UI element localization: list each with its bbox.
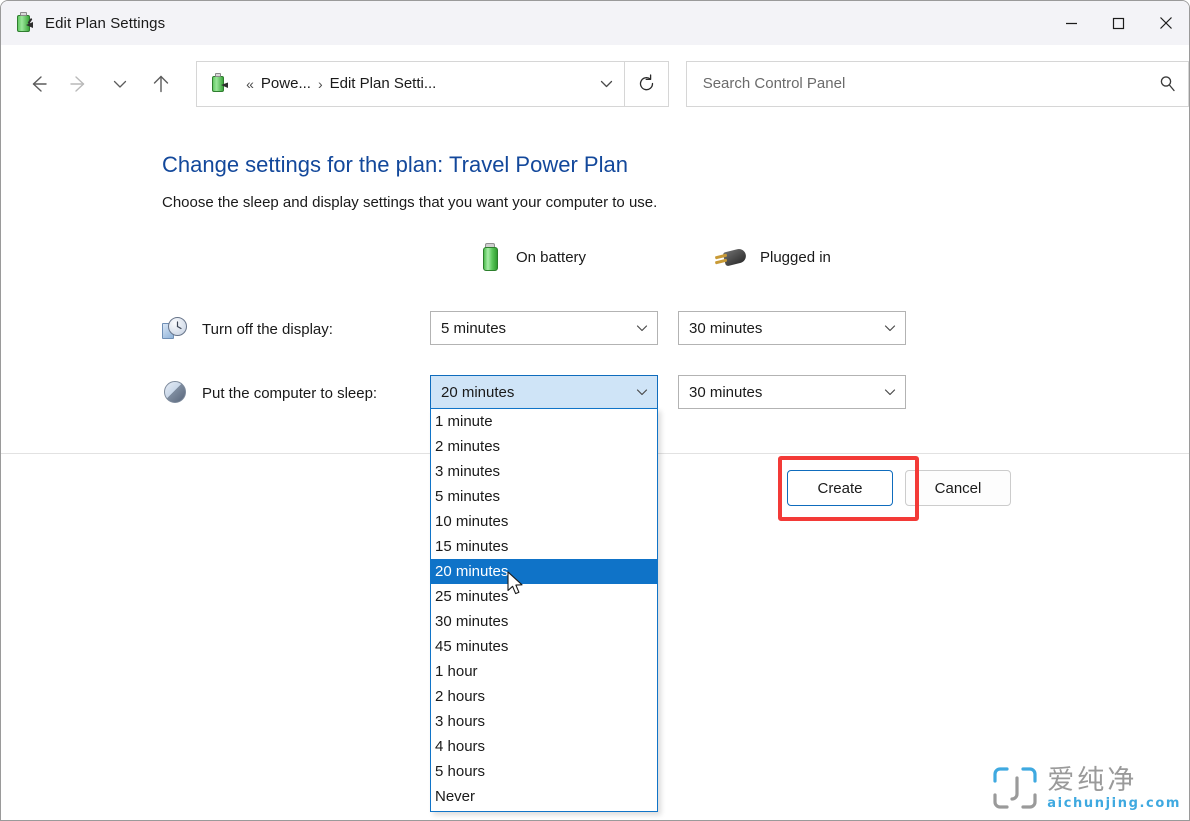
title-bar: Edit Plan Settings	[1, 1, 1189, 45]
breadcrumb-item-power-options[interactable]: Powe...	[261, 75, 311, 92]
column-header-label: On battery	[516, 249, 586, 266]
dropdown-option[interactable]: 1 minute	[431, 409, 657, 434]
dialog-button-row: Create Cancel	[787, 470, 1011, 506]
combo-value: 30 minutes	[689, 384, 875, 401]
power-plan-icon	[209, 73, 230, 94]
screenshot-root: Edit Plan Settings	[0, 0, 1190, 821]
dropdown-option[interactable]: 45 minutes	[431, 634, 657, 659]
address-chevron-down-icon[interactable]	[590, 62, 624, 106]
dropdown-option[interactable]: 5 hours	[431, 759, 657, 784]
row-put-computer-to-sleep: Put the computer to sleep:	[162, 376, 377, 410]
row-label: Turn off the display:	[202, 321, 333, 338]
display-clock-icon	[162, 316, 188, 342]
search-box[interactable]	[686, 61, 1189, 107]
breadcrumb-overflow[interactable]: «	[246, 76, 254, 92]
dropdown-option[interactable]: 2 minutes	[431, 434, 657, 459]
minimize-button[interactable]	[1048, 1, 1095, 45]
row-turn-off-display: Turn off the display:	[162, 312, 333, 346]
chevron-down-icon[interactable]	[627, 385, 657, 399]
combo-value: 20 minutes	[441, 384, 627, 401]
dropdown-option[interactable]: 25 minutes	[431, 584, 657, 609]
breadcrumb: « Powe... › Edit Plan Setti...	[239, 75, 590, 92]
combo-value: 30 minutes	[689, 320, 875, 337]
address-bar[interactable]: « Powe... › Edit Plan Setti...	[196, 61, 625, 107]
power-plan-icon	[13, 12, 35, 34]
dropdown-option[interactable]: 30 minutes	[431, 609, 657, 634]
combo-sleep-on-battery[interactable]: 20 minutes	[430, 375, 658, 409]
dropdown-option[interactable]: 10 minutes	[431, 509, 657, 534]
combo-value: 5 minutes	[441, 320, 627, 337]
refresh-icon[interactable]	[625, 61, 669, 107]
caption-button-group	[1048, 1, 1189, 45]
cancel-button[interactable]: Cancel	[905, 470, 1011, 506]
dropdown-option[interactable]: 3 hours	[431, 709, 657, 734]
dropdown-option[interactable]: 20 minutes	[431, 559, 657, 584]
close-button[interactable]	[1142, 1, 1189, 45]
combo-display-on-battery[interactable]: 5 minutes	[430, 311, 658, 345]
search-input[interactable]	[701, 74, 1148, 93]
watermark-logo-icon	[991, 764, 1039, 812]
forward-arrow-icon[interactable]	[58, 63, 99, 105]
page-subtitle: Choose the sleep and display settings th…	[162, 194, 657, 211]
dropdown-option[interactable]: 3 minutes	[431, 459, 657, 484]
dropdown-option[interactable]: 2 hours	[431, 684, 657, 709]
chevron-down-icon[interactable]	[875, 385, 905, 399]
dropdown-option[interactable]: Never	[431, 784, 657, 809]
watermark: 爱纯净 aichunjing.com	[991, 764, 1181, 812]
column-header-plugged-in: Plugged in	[714, 242, 831, 272]
sleep-moon-icon	[162, 380, 188, 406]
sleep-on-battery-dropdown-list[interactable]: 1 minute2 minutes3 minutes5 minutes10 mi…	[430, 408, 658, 812]
page-title: Change settings for the plan: Travel Pow…	[162, 152, 628, 178]
window-title: Edit Plan Settings	[45, 15, 165, 32]
column-header-on-battery: On battery	[478, 242, 586, 272]
search-icon[interactable]	[1148, 62, 1188, 106]
back-arrow-icon[interactable]	[17, 63, 58, 105]
chevron-down-icon[interactable]	[627, 321, 657, 335]
breadcrumb-separator-icon: ›	[318, 76, 323, 92]
maximize-button[interactable]	[1095, 1, 1142, 45]
dropdown-option[interactable]: 5 minutes	[431, 484, 657, 509]
watermark-domain-text: aichunjing.com	[1047, 797, 1181, 810]
edit-plan-settings-window: Edit Plan Settings	[0, 0, 1190, 821]
chevron-down-icon[interactable]	[875, 321, 905, 335]
battery-icon	[478, 242, 504, 272]
combo-display-plugged-in[interactable]: 30 minutes	[678, 311, 906, 345]
combo-sleep-plugged-in[interactable]: 30 minutes	[678, 375, 906, 409]
row-label: Put the computer to sleep:	[202, 385, 377, 402]
recent-locations-chevron-down-icon[interactable]	[100, 63, 141, 105]
navigation-toolbar: « Powe... › Edit Plan Setti...	[1, 45, 1189, 122]
up-arrow-icon[interactable]	[141, 63, 182, 105]
dropdown-option[interactable]: 1 hour	[431, 659, 657, 684]
breadcrumb-item-edit-plan-settings[interactable]: Edit Plan Setti...	[330, 75, 437, 92]
watermark-chinese-text: 爱纯净	[1047, 767, 1181, 794]
dropdown-option[interactable]: 4 hours	[431, 734, 657, 759]
power-plug-icon	[714, 242, 748, 272]
dropdown-option[interactable]: 15 minutes	[431, 534, 657, 559]
column-header-label: Plugged in	[760, 249, 831, 266]
create-button[interactable]: Create	[787, 470, 893, 506]
column-headers: On battery Plugged in	[1, 242, 1189, 282]
